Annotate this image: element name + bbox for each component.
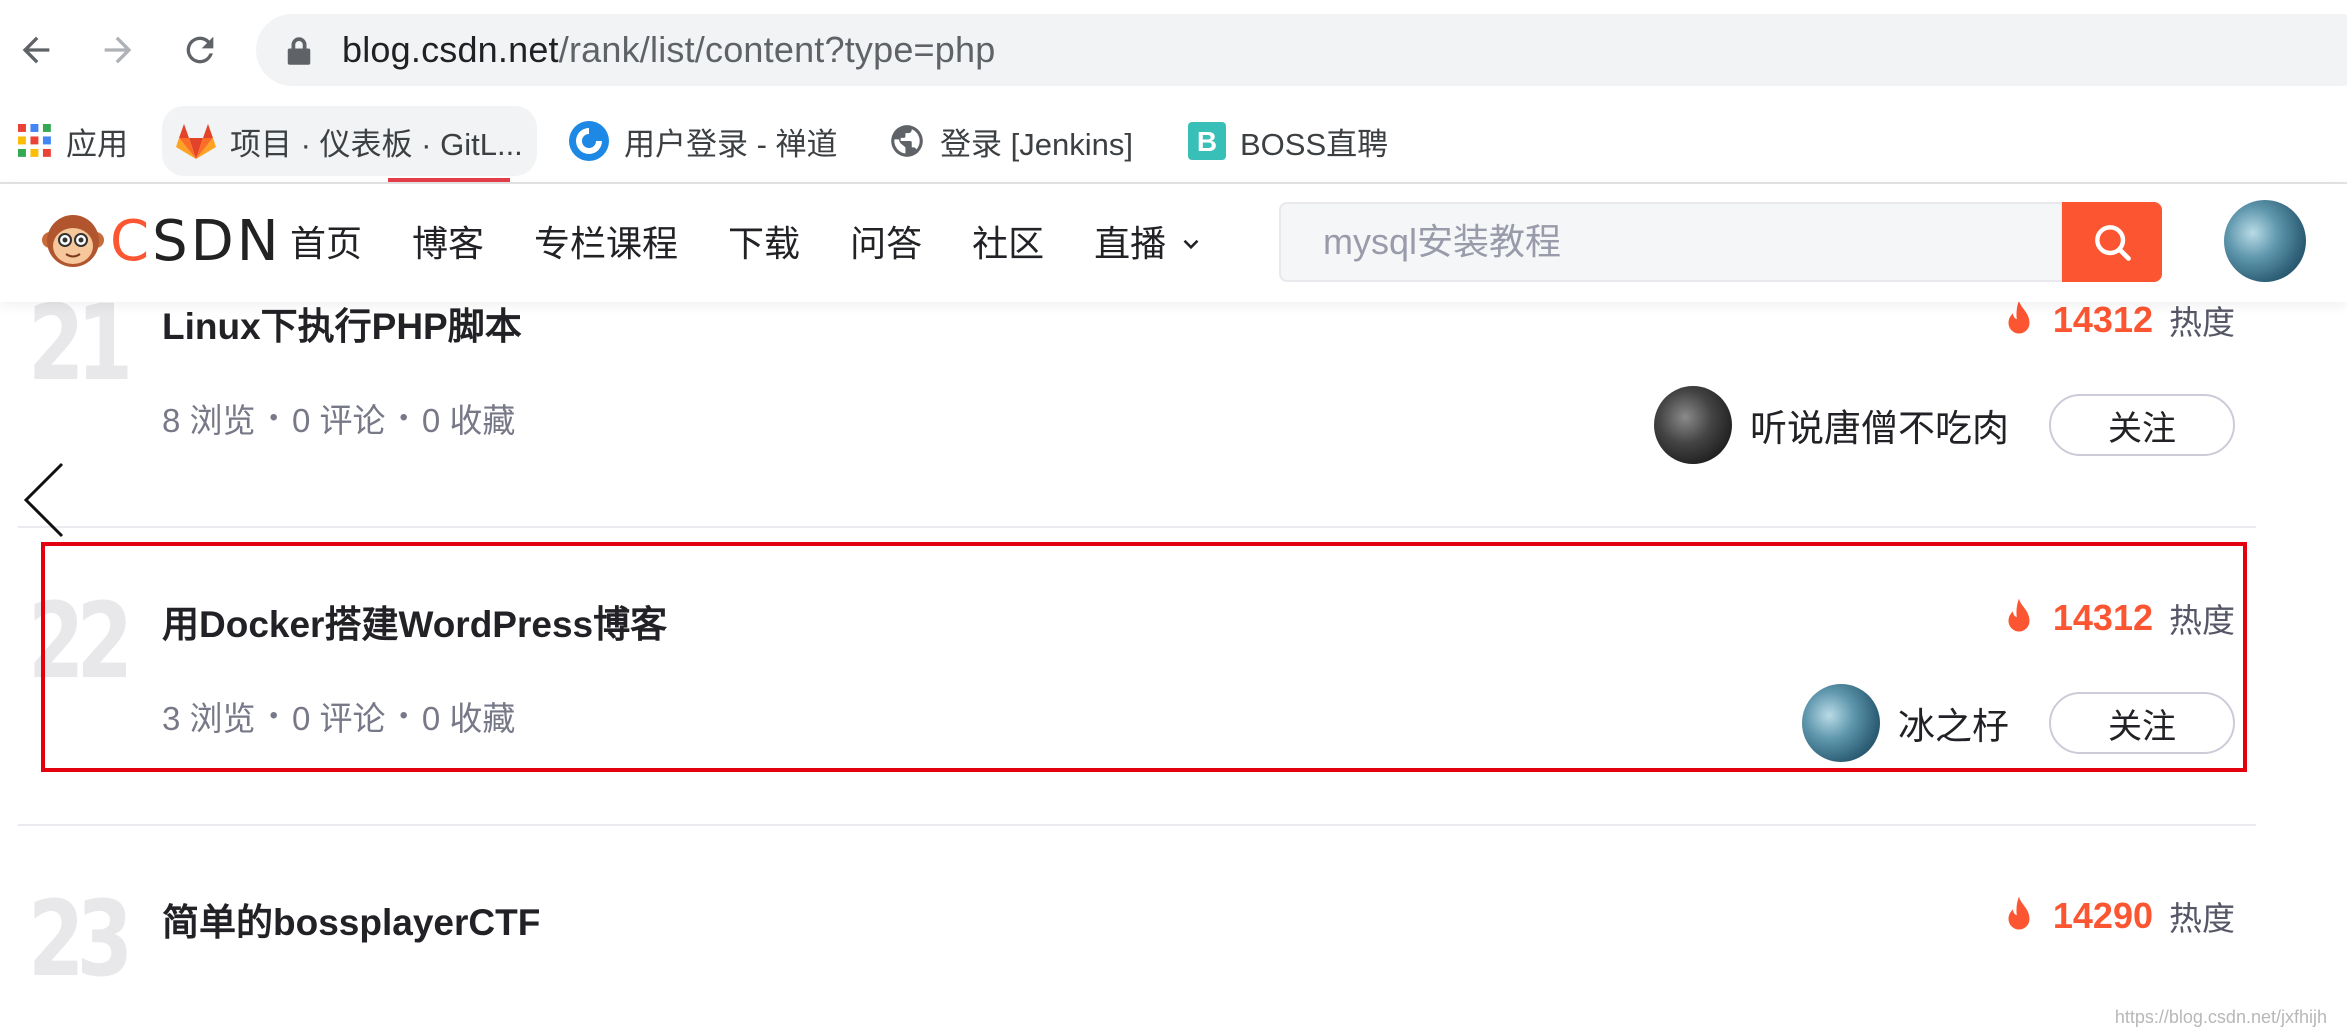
search-button[interactable] [2062, 202, 2162, 282]
heat-label: 热度 [2169, 304, 2235, 341]
chevron-left-icon[interactable] [20, 460, 70, 540]
search-icon [2095, 225, 2131, 261]
separator-dot: • [399, 404, 408, 431]
bookmark-gitlab[interactable]: 项目 · 仪表板 · GitL... [162, 106, 537, 176]
watermark: https://blog.csdn.net/jxfhijh [2114, 1007, 2327, 1027]
heat-score: 14312 热度 [2001, 594, 2235, 642]
boss-icon: B [1188, 122, 1226, 160]
bookmark-label: 用户登录 - 禅道 [624, 126, 838, 162]
heat-score: 14290 热度 [2001, 892, 2235, 940]
search-input[interactable] [1281, 204, 2061, 280]
views-count: 3 浏览 [162, 700, 256, 737]
rank-number: 22 [28, 580, 133, 702]
author-avatar[interactable] [1802, 684, 1880, 762]
bookmark-label: 应用 [66, 126, 128, 162]
author-name[interactable]: 听说唐僧不吃肉 [1750, 398, 2009, 452]
search-box [1279, 202, 2063, 282]
heat-label: 热度 [2169, 900, 2235, 937]
arrow-right-icon [104, 36, 132, 64]
views-count: 8 浏览 [162, 402, 256, 439]
lock-icon [287, 37, 311, 65]
svg-text:B: B [1197, 126, 1217, 157]
follow-button[interactable]: 关注 [2049, 394, 2235, 456]
author-name[interactable]: 冰之杍 [1898, 696, 2009, 750]
monkey-logo-icon [42, 215, 104, 267]
heat-value: 14290 [2052, 895, 2153, 936]
rank-number: 23 [28, 878, 133, 1000]
nav-download[interactable]: 下载 [728, 220, 800, 268]
comments-count: 0 评论 [291, 402, 386, 439]
favorites-count: 0 收藏 [421, 700, 516, 737]
author-avatar[interactable] [1654, 386, 1732, 464]
bookmark-boss[interactable]: B BOSS直聘 [1188, 100, 1388, 182]
main-nav: 首页 博客 专栏课程 下载 问答 社区 直播 [290, 220, 1254, 268]
follow-button[interactable]: 关注 [2049, 692, 2235, 754]
chevron-down-icon [1183, 239, 1199, 250]
nav-community[interactable]: 社区 [972, 220, 1044, 268]
article-stats: 8 浏览 • 0 评论 • 0 收藏 [162, 394, 515, 442]
author-info: 听说唐僧不吃肉 关注 [1654, 386, 2235, 464]
heat-value: 14312 [2052, 597, 2153, 638]
comments-count: 0 评论 [291, 700, 386, 737]
author-info: 冰之杍 关注 [1802, 684, 2235, 762]
zentao-icon [569, 121, 609, 161]
rank-number: 21 [28, 302, 133, 404]
nav-courses[interactable]: 专栏课程 [534, 220, 678, 268]
apps-grid-icon [18, 124, 51, 157]
url-domain: blog.csdn.net [342, 29, 559, 70]
browser-toolbar: blog.csdn.net/rank/list/content?type=php [0, 0, 2347, 100]
article-stats: 3 浏览 • 0 评论 • 0 收藏 [162, 692, 515, 740]
address-bar[interactable]: blog.csdn.net/rank/list/content?type=php [256, 14, 2347, 86]
nav-home[interactable]: 首页 [290, 220, 362, 268]
bookmarks-bar: 应用 项目 · 仪表板 · GitL... 用户登录 - 禅道 登录 [Jenk… [0, 100, 2347, 182]
arrow-left-icon [22, 36, 50, 64]
reload-button[interactable] [172, 22, 228, 78]
nav-blog[interactable]: 博客 [412, 220, 484, 268]
flame-icon [2008, 598, 2030, 632]
bookmark-jenkins[interactable]: 登录 [Jenkins] [888, 100, 1133, 182]
bookmark-label: BOSS直聘 [1240, 126, 1389, 162]
bookmark-zentao[interactable]: 用户登录 - 禅道 [568, 100, 838, 182]
url-text: blog.csdn.net/rank/list/content?type=php [342, 28, 995, 72]
nav-live[interactable]: 直播 [1094, 220, 1204, 268]
separator-dot: • [269, 702, 278, 729]
globe-icon [891, 125, 923, 157]
rank-list: 21 Linux下执行PHP脚本 8 浏览 • 0 评论 • 0 收藏 1431… [0, 302, 2347, 1034]
list-divider [18, 526, 2256, 528]
gitlab-icon [176, 124, 216, 159]
site-header: CSDN 首页 博客 专栏课程 下载 问答 社区 直播 [0, 184, 2347, 302]
article-title[interactable]: Linux下执行PHP脚本 [162, 302, 522, 350]
nav-qa[interactable]: 问答 [850, 220, 922, 268]
user-avatar[interactable] [2224, 200, 2306, 282]
favorites-count: 0 收藏 [421, 402, 516, 439]
csdn-logo[interactable]: CSDN [40, 208, 282, 274]
article-title[interactable]: 用Docker搭建WordPress博客 [162, 594, 667, 648]
separator-dot: • [399, 702, 408, 729]
bookmark-apps[interactable]: 应用 [18, 100, 128, 182]
reload-icon [186, 36, 214, 64]
flame-icon [2008, 302, 2030, 334]
url-path: /rank/list/content?type=php [558, 29, 996, 70]
heat-score: 14312 热度 [2001, 302, 2235, 344]
article-title[interactable]: 简单的bossplayerCTF [162, 892, 540, 946]
separator-dot: • [269, 404, 278, 431]
nav-live-label: 直播 [1094, 223, 1167, 264]
logo-text: CSDN [110, 208, 282, 274]
list-divider [18, 824, 2256, 826]
bookmark-label: 登录 [Jenkins] [940, 126, 1133, 162]
heat-value: 14312 [2052, 302, 2153, 340]
forward-button[interactable] [90, 22, 146, 78]
flame-icon [2008, 896, 2030, 930]
heat-label: 热度 [2169, 602, 2235, 639]
bookmark-label: 项目 · 仪表板 · GitL... [230, 126, 523, 162]
back-button[interactable] [8, 22, 64, 78]
